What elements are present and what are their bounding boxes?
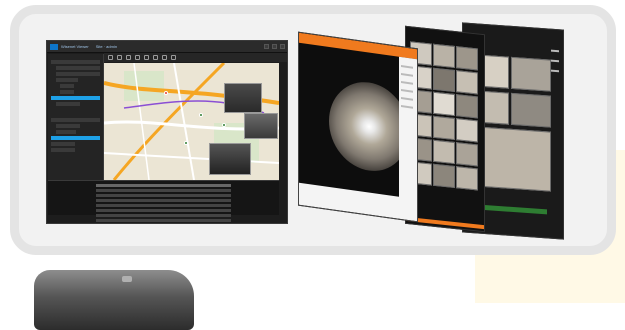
side-list-line[interactable]: [401, 65, 413, 69]
tree-item[interactable]: [60, 84, 74, 88]
tree-item[interactable]: [56, 72, 100, 76]
tree-item[interactable]: [56, 78, 78, 82]
video-tile[interactable]: [433, 163, 455, 189]
video-tile[interactable]: [433, 43, 455, 69]
table-row[interactable]: [96, 194, 231, 197]
video-tile[interactable]: [511, 56, 551, 92]
close-button[interactable]: [280, 44, 285, 49]
tree-item[interactable]: [51, 60, 100, 64]
table-row[interactable]: [96, 219, 231, 222]
map-pin-icon[interactable]: [222, 123, 226, 127]
table-row[interactable]: [96, 204, 231, 207]
map-pin-icon[interactable]: [199, 113, 203, 117]
video-tile[interactable]: [456, 118, 478, 143]
device-tree-sidebar: [48, 54, 104, 180]
map-pin-icon[interactable]: [184, 141, 188, 145]
tree-item[interactable]: [56, 66, 100, 70]
fisheye-panel: [298, 31, 418, 223]
tree-item[interactable]: [56, 124, 80, 128]
map-pin-icon[interactable]: [164, 91, 168, 95]
camera-product-image: [34, 270, 194, 330]
tree-item[interactable]: [56, 102, 80, 106]
video-tile[interactable]: [433, 91, 455, 117]
video-tile[interactable]: [456, 142, 478, 167]
side-list-line: [551, 59, 559, 63]
tree-item[interactable]: [51, 148, 75, 152]
camera-bracket: [122, 276, 132, 282]
select-tool-icon[interactable]: [108, 55, 113, 60]
table-row[interactable]: [96, 189, 231, 192]
camera-popup[interactable]: [209, 143, 251, 175]
video-tile[interactable]: [456, 166, 478, 191]
video-tile[interactable]: [456, 46, 478, 71]
pan-tool-icon[interactable]: [117, 55, 122, 60]
map-toolbar: [104, 53, 287, 62]
camera-popup[interactable]: [224, 83, 262, 113]
video-tile[interactable]: [456, 70, 478, 95]
settings-icon[interactable]: [162, 55, 167, 60]
side-list-line[interactable]: [401, 97, 413, 101]
table-header: [96, 184, 231, 187]
video-tile[interactable]: [511, 92, 551, 128]
tree-item[interactable]: [56, 130, 76, 134]
map-view[interactable]: [104, 63, 279, 180]
tree-item-selected[interactable]: [51, 96, 100, 100]
white-side-list: [399, 56, 417, 222]
table-row[interactable]: [96, 214, 231, 217]
brand-logo: [50, 43, 58, 50]
maximize-button[interactable]: [272, 44, 277, 49]
tree-item[interactable]: [51, 142, 75, 146]
layer-icon[interactable]: [144, 55, 149, 60]
tree-item[interactable]: [51, 118, 100, 122]
side-list-line: [551, 49, 559, 53]
table-row[interactable]: [96, 199, 231, 202]
vms-window: Wisenet Viewer Site · admin: [46, 40, 288, 224]
event-table: [48, 180, 279, 222]
side-list-line[interactable]: [401, 81, 413, 85]
side-list-line[interactable]: [401, 73, 413, 77]
tree-item-selected[interactable]: [51, 136, 100, 140]
table-row[interactable]: [96, 209, 231, 212]
video-tile[interactable]: [433, 139, 455, 165]
minimize-button[interactable]: [264, 44, 269, 49]
search-icon[interactable]: [171, 55, 176, 60]
side-list-line[interactable]: [401, 89, 413, 93]
fisheye-view[interactable]: [329, 76, 409, 177]
video-tile[interactable]: [433, 115, 455, 141]
vms-title: Wisenet Viewer: [61, 44, 89, 49]
tree-item[interactable]: [60, 90, 74, 94]
vms-titlebar: Wisenet Viewer Site · admin: [47, 41, 287, 53]
vms-menu-label[interactable]: Site · admin: [96, 44, 117, 49]
camera-popup[interactable]: [244, 113, 278, 139]
zoom-in-icon[interactable]: [126, 55, 131, 60]
video-tile[interactable]: [456, 94, 478, 119]
video-tile[interactable]: [433, 67, 455, 93]
camera-icon[interactable]: [153, 55, 158, 60]
side-list-line: [551, 69, 559, 73]
zoom-out-icon[interactable]: [135, 55, 140, 60]
side-list-line[interactable]: [401, 105, 413, 109]
